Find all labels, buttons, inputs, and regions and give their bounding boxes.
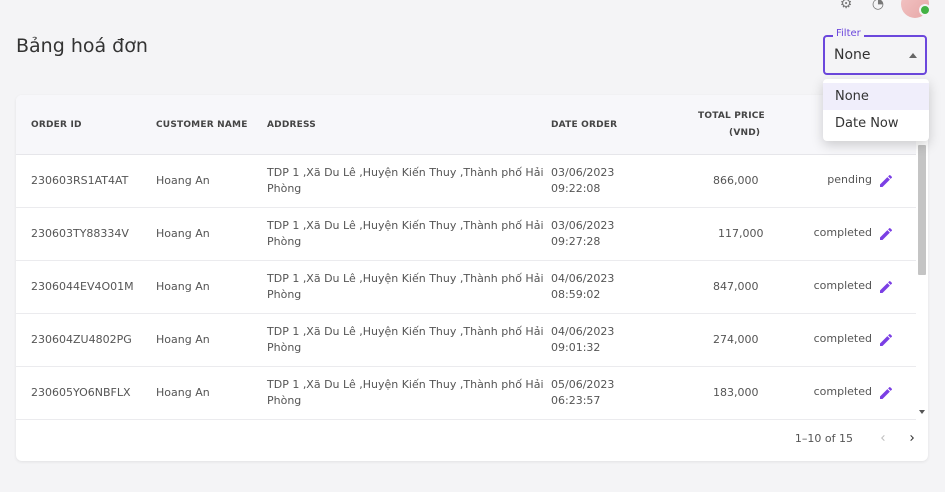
customer-name: Hoang An <box>156 386 210 399</box>
address-line-2: Phòng <box>267 288 302 301</box>
order-time: 06:23:57 <box>551 394 601 407</box>
filter-option-date-now[interactable]: Date Now <box>823 110 929 137</box>
address-line-2: Phòng <box>267 235 302 248</box>
order-date: 03/06/2023 <box>551 219 615 232</box>
customer-name: Hoang An <box>156 227 210 240</box>
order-date: 04/06/2023 <box>551 325 615 338</box>
edit-icon[interactable] <box>878 279 894 295</box>
filter-menu: None Date Now <box>823 79 929 141</box>
previous-page-button[interactable] <box>873 428 893 448</box>
table-row[interactable]: 230605YO6NBFLX Hoang An TDP 1 ,Xã Du Lê … <box>16 367 916 420</box>
customer-name: Hoang An <box>156 333 210 346</box>
edit-icon[interactable] <box>878 385 894 401</box>
address-line-1: TDP 1 ,Xã Du Lê ,Huyện Kiến Thuy ,Thành … <box>267 378 544 391</box>
filter-option-none[interactable]: None <box>823 83 929 110</box>
status-text: completed <box>813 385 872 398</box>
header-customer-name[interactable]: CUSTOMER NAME <box>156 120 248 130</box>
order-date: 05/06/2023 <box>551 378 615 391</box>
status-text: completed <box>813 226 872 239</box>
caret-up-icon <box>909 53 917 58</box>
edit-icon[interactable] <box>878 173 894 189</box>
order-id: 230604ZU4802PG <box>31 333 132 346</box>
total-price: 274,000 <box>713 333 759 346</box>
settings-icon[interactable]: ⚙ <box>837 0 855 13</box>
table-scrollbar[interactable] <box>918 135 926 415</box>
next-page-button[interactable] <box>902 428 922 448</box>
status-text: pending <box>827 173 872 186</box>
order-id: 230603RS1AT4AT <box>31 174 129 187</box>
order-time: 08:59:02 <box>551 288 601 301</box>
table-row[interactable]: 2306044EV4O01M Hoang An TDP 1 ,Xã Du Lê … <box>16 261 916 314</box>
header-total-price[interactable]: TOTAL PRICE <box>698 111 765 121</box>
address-line-2: Phòng <box>267 394 302 407</box>
total-price: 847,000 <box>713 280 759 293</box>
header-order-id[interactable]: ORDER ID <box>31 120 82 130</box>
table-pagination: 1–10 of 15 <box>16 418 928 461</box>
order-time: 09:01:32 <box>551 341 601 354</box>
status-text: completed <box>813 332 872 345</box>
total-price: 183,000 <box>713 386 759 399</box>
address-line-1: TDP 1 ,Xã Du Lê ,Huyện Kiến Thuy ,Thành … <box>267 166 544 179</box>
order-date: 04/06/2023 <box>551 272 615 285</box>
order-date: 03/06/2023 <box>551 166 615 179</box>
customer-name: Hoang An <box>156 280 210 293</box>
edit-icon[interactable] <box>878 226 894 242</box>
online-status-dot <box>919 4 931 16</box>
scrollbar-thumb[interactable] <box>918 145 926 275</box>
status-text: completed <box>813 279 872 292</box>
filter-select[interactable]: Filter None <box>823 28 927 75</box>
filter-value: None <box>834 47 871 63</box>
orders-table: ORDER ID CUSTOMER NAME ADDRESS DATE ORDE… <box>16 95 928 461</box>
page-title: Bảng hoá đơn <box>16 35 148 57</box>
table-row[interactable]: 230603RS1AT4AT Hoang An TDP 1 ,Xã Du Lê … <box>16 155 916 208</box>
customer-name: Hoang An <box>156 174 210 187</box>
edit-icon[interactable] <box>878 332 894 348</box>
order-id: 230605YO6NBFLX <box>31 386 131 399</box>
table-header: ORDER ID CUSTOMER NAME ADDRESS DATE ORDE… <box>16 95 916 155</box>
filter-label: Filter <box>833 28 864 39</box>
total-price: 866,000 <box>713 174 759 187</box>
notification-icon[interactable]: ◔ <box>869 0 887 13</box>
chevron-right-icon <box>910 435 914 441</box>
order-id: 2306044EV4O01M <box>31 280 134 293</box>
address-line-2: Phòng <box>267 182 302 195</box>
order-time: 09:22:08 <box>551 182 601 195</box>
avatar[interactable] <box>901 0 931 18</box>
table-row[interactable]: 230604ZU4802PG Hoang An TDP 1 ,Xã Du Lê … <box>16 314 916 367</box>
header-total-price-unit: (VND) <box>729 128 761 138</box>
address-line-1: TDP 1 ,Xã Du Lê ,Huyện Kiến Thuy ,Thành … <box>267 325 544 338</box>
address-line-2: Phòng <box>267 341 302 354</box>
header-address[interactable]: ADDRESS <box>267 120 316 130</box>
order-id: 230603TY88334V <box>31 227 129 240</box>
pagination-range: 1–10 of 15 <box>794 432 853 445</box>
table-row[interactable]: 230603TY88334V Hoang An TDP 1 ,Xã Du Lê … <box>16 208 916 261</box>
order-time: 09:27:28 <box>551 235 601 248</box>
scroll-down-arrow-icon[interactable] <box>919 410 925 414</box>
header-date-order[interactable]: DATE ORDER <box>551 120 617 130</box>
address-line-1: TDP 1 ,Xã Du Lê ,Huyện Kiến Thuy ,Thành … <box>267 272 544 285</box>
top-toolbar: ⚙ ◔ <box>837 0 931 18</box>
chevron-left-icon <box>881 435 885 441</box>
address-line-1: TDP 1 ,Xã Du Lê ,Huyện Kiến Thuy ,Thành … <box>267 219 544 232</box>
total-price: 117,000 <box>718 227 764 240</box>
